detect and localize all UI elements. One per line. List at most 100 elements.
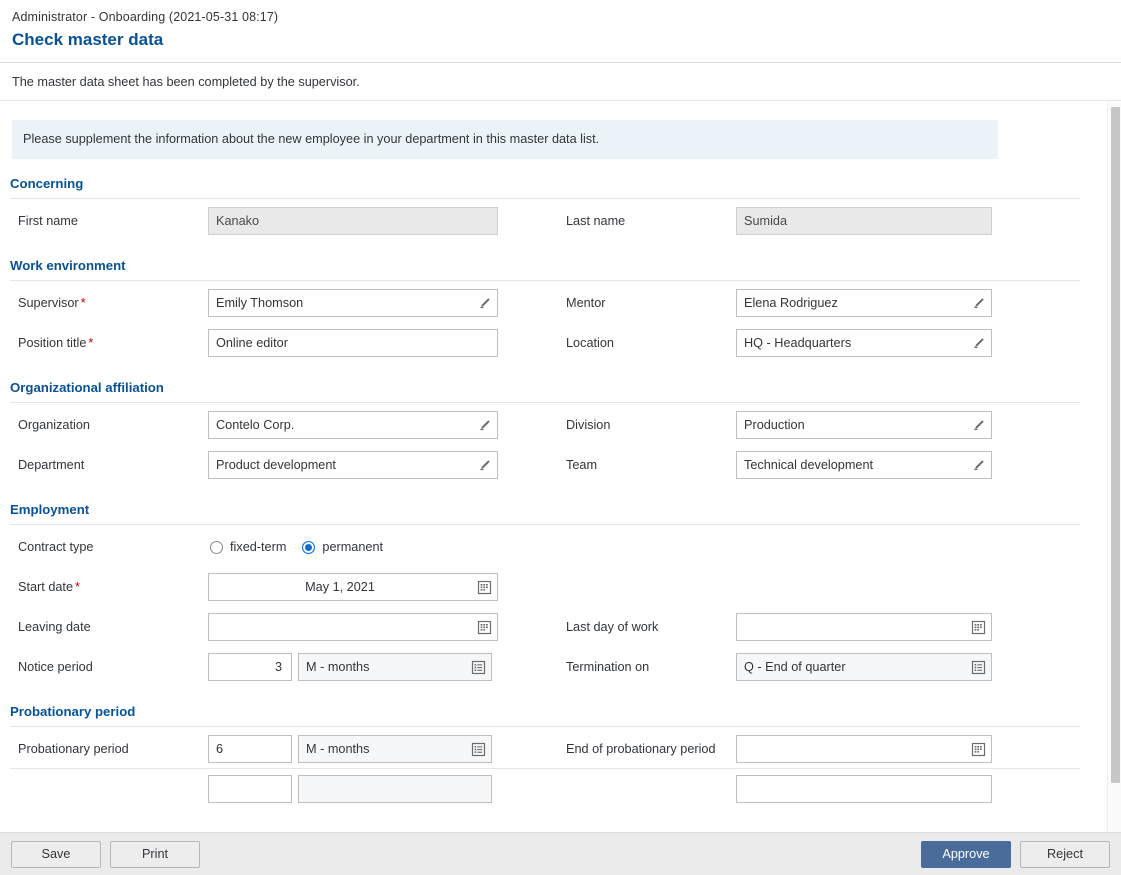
row-contract-type: Contract type fixed-term permanent (0, 527, 1105, 567)
footer-toolbar: Save Print Approve Reject (0, 832, 1121, 875)
row-notice-period: Notice period 3 M - months Termination o… (0, 647, 1105, 687)
label-last-day-of-work: Last day of work (566, 620, 659, 634)
value-division: Production (744, 418, 805, 432)
row-start-date: Start date * May 1, 2021 (0, 567, 1105, 607)
section-title-probationary-period: Probationary period (10, 704, 136, 719)
page-title: Check master data (12, 30, 164, 49)
scrollbar-thumb[interactable] (1111, 107, 1120, 783)
calendar-icon[interactable] (471, 574, 497, 600)
field-supervisor[interactable]: Emily Thomson (208, 289, 498, 317)
section-employment: Employment Contract type fixed-term perm… (0, 502, 1105, 687)
field-clipped-amount[interactable] (208, 775, 292, 803)
pencil-icon[interactable] (471, 452, 497, 478)
field-termination-on[interactable]: Q - End of quarter (736, 653, 992, 681)
value-position-title: Online editor (216, 336, 288, 350)
value-department: Product development (216, 458, 336, 472)
label-notice-period: Notice period (18, 660, 93, 674)
calendar-icon[interactable] (965, 614, 991, 640)
field-start-date[interactable]: May 1, 2021 (208, 573, 498, 601)
required-marker: * (80, 296, 86, 310)
field-department[interactable]: Product development (208, 451, 498, 479)
value-last-name: Sumida (744, 214, 788, 228)
field-leaving-date[interactable] (208, 613, 498, 641)
information-message-strip: Please supplement the information about … (12, 120, 998, 159)
pencil-icon[interactable] (471, 290, 497, 316)
field-position-title[interactable]: Online editor (208, 329, 498, 357)
approve-button[interactable]: Approve (921, 840, 1011, 868)
required-marker: * (75, 580, 80, 594)
field-clipped-unit[interactable] (298, 775, 492, 803)
label-position-title: Position title * (18, 336, 94, 350)
row-partially-visible (0, 769, 1105, 809)
field-team[interactable]: Technical development (736, 451, 992, 479)
page-subtitle: The master data sheet has been completed… (0, 62, 1121, 101)
label-contract-type: Contract type (18, 540, 94, 554)
row-organization-division: Organization Contelo Corp. Division Prod… (0, 405, 1105, 445)
label-last-name: Last name (566, 214, 626, 228)
field-location[interactable]: HQ - Headquarters (736, 329, 992, 357)
field-last-name: Sumida (736, 207, 992, 235)
value-organization: Contelo Corp. (216, 418, 295, 432)
radio-permanent[interactable]: permanent (302, 540, 383, 554)
label-location: Location (566, 336, 614, 350)
pencil-icon[interactable] (471, 412, 497, 438)
value-supervisor: Emily Thomson (216, 296, 304, 310)
label-division: Division (566, 418, 611, 432)
pencil-icon[interactable] (965, 330, 991, 356)
radio-indicator (302, 540, 316, 554)
radio-label: fixed-term (230, 540, 287, 554)
radio-fixed-term[interactable]: fixed-term (210, 540, 286, 554)
row-leaving-date: Leaving date Last day of work (0, 607, 1105, 647)
row-probationary-period: Probationary period 6 M - months End of … (0, 729, 1105, 769)
pencil-icon[interactable] (965, 452, 991, 478)
field-clipped-date[interactable] (736, 775, 992, 803)
field-organization[interactable]: Contelo Corp. (208, 411, 498, 439)
value-team: Technical development (744, 458, 874, 472)
section-title-concerning: Concerning (10, 176, 84, 191)
list-icon[interactable] (465, 736, 491, 762)
section-organizational-affiliation: Organizational affiliation Organization … (0, 380, 1105, 485)
row-names: First name Kanako Last name Sumida (0, 201, 1105, 241)
field-probationary-amount[interactable]: 6 (208, 735, 292, 763)
calendar-icon[interactable] (471, 614, 497, 640)
radio-label: permanent (322, 540, 384, 554)
value-probationary-unit: M - months (306, 742, 370, 756)
section-probationary-period: Probationary period Probationary period … (0, 704, 1105, 809)
label-mentor: Mentor (566, 296, 606, 310)
value-notice-period-unit: M - months (306, 660, 370, 674)
field-division[interactable]: Production (736, 411, 992, 439)
reject-button[interactable]: Reject (1020, 840, 1110, 868)
field-end-of-probationary-period[interactable] (736, 735, 992, 763)
breadcrumb: Administrator - Onboarding (2021-05-31 0… (12, 10, 279, 24)
label-end-of-probationary-period: End of probationary period (566, 742, 716, 756)
label-team: Team (566, 458, 598, 472)
pencil-icon[interactable] (965, 290, 991, 316)
label-supervisor: Supervisor * (18, 296, 86, 310)
list-icon[interactable] (465, 654, 491, 680)
label-probationary-period: Probationary period (18, 742, 129, 756)
label-start-date: Start date * (18, 580, 80, 594)
label-termination-on: Termination on (566, 660, 650, 674)
field-mentor[interactable]: Elena Rodriguez (736, 289, 992, 317)
value-probationary-amount: 6 (216, 742, 224, 756)
section-title-work-environment: Work environment (10, 258, 126, 273)
save-button[interactable]: Save (11, 840, 101, 868)
value-termination-on: Q - End of quarter (744, 660, 846, 674)
field-first-name: Kanako (208, 207, 498, 235)
print-button[interactable]: Print (110, 840, 200, 868)
field-last-day-of-work[interactable] (736, 613, 992, 641)
form-scroll-container: Please supplement the information about … (0, 101, 1121, 832)
field-notice-period-amount[interactable]: 3 (208, 653, 292, 681)
field-notice-period-unit[interactable]: M - months (298, 653, 492, 681)
required-marker: * (88, 336, 94, 350)
list-icon[interactable] (965, 654, 991, 680)
section-concerning: Concerning First name Kanako Last name S… (0, 176, 1105, 241)
section-title-employment: Employment (10, 502, 90, 517)
page-header: Administrator - Onboarding (2021-05-31 0… (0, 0, 1121, 62)
section-work-environment: Work environment Supervisor * Emily Thoms… (0, 258, 1105, 363)
field-probationary-unit[interactable]: M - months (298, 735, 492, 763)
calendar-icon[interactable] (965, 736, 991, 762)
vertical-scrollbar[interactable] (1107, 101, 1121, 832)
pencil-icon[interactable] (965, 412, 991, 438)
label-organization: Organization (18, 418, 90, 432)
